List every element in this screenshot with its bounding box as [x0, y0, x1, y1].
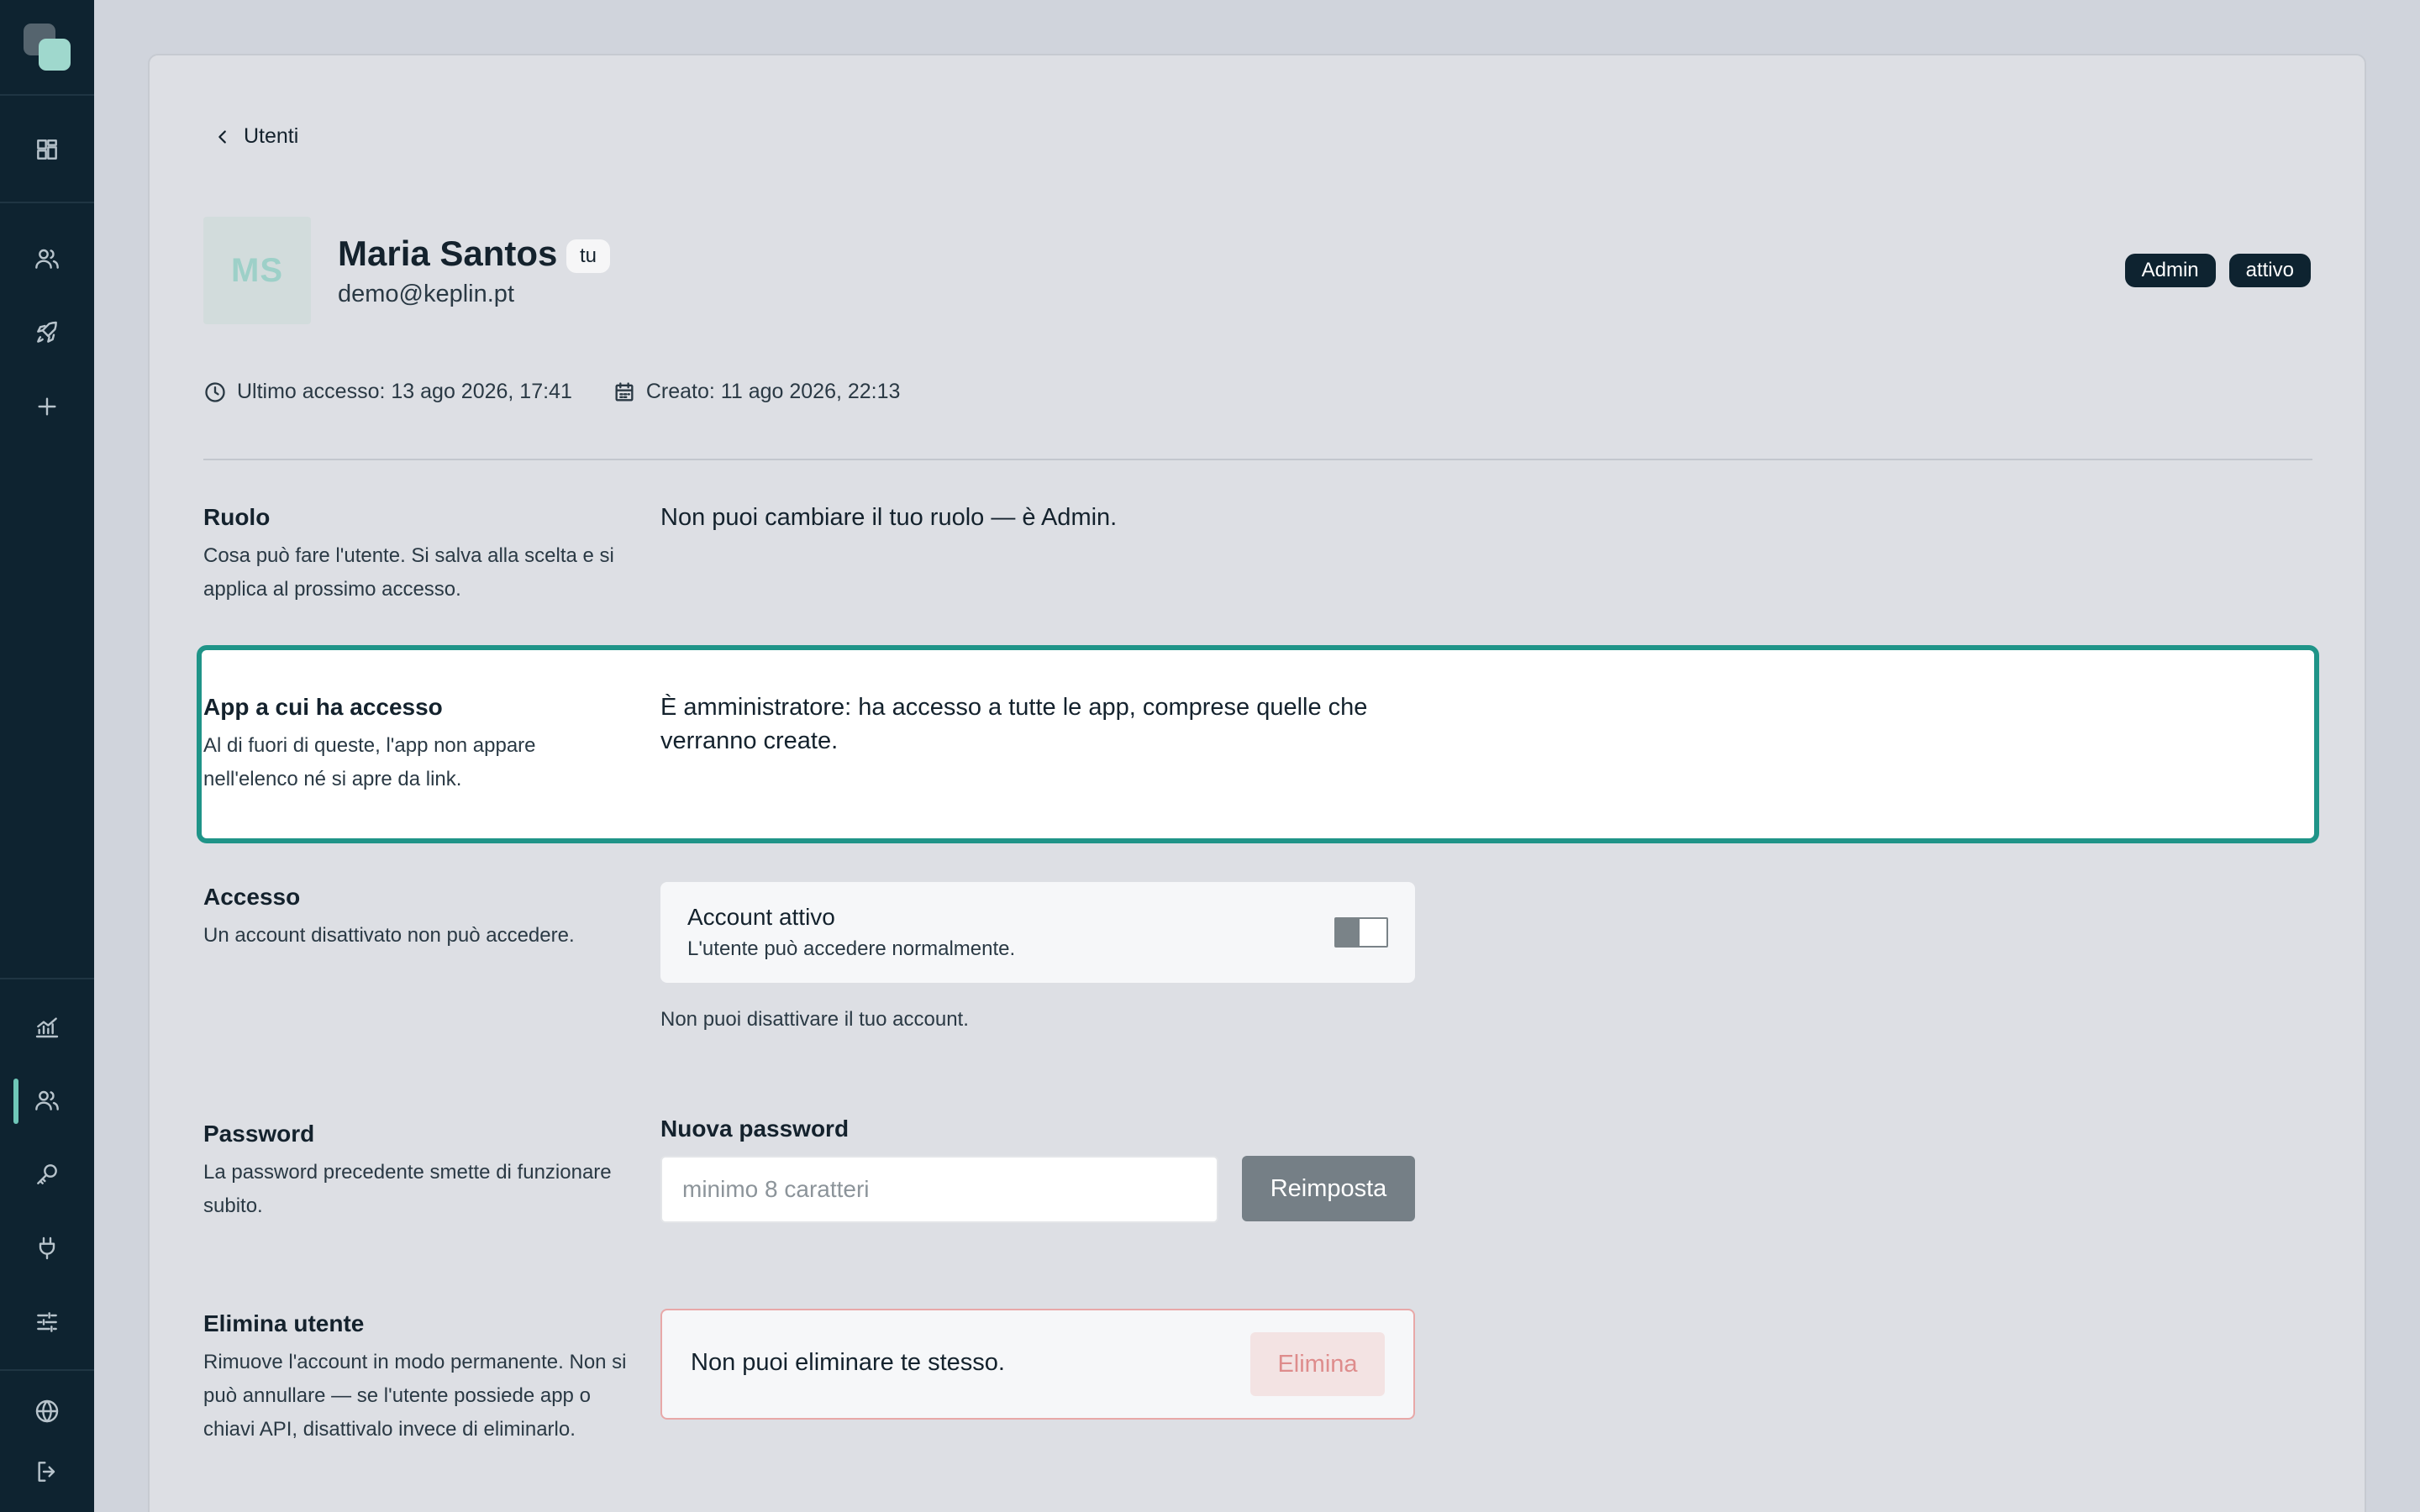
user-meta: Ultimo accesso: 13 ago 2026, 17:41 Creat… [203, 380, 900, 404]
new-password-label: Nuova password [660, 1116, 850, 1142]
created-text: Creato: 11 ago 2026, 22:13 [645, 380, 901, 403]
role-badge: Admin [2124, 254, 2216, 287]
delete-self-message: Non puoi eliminare te stesso. [691, 1349, 1005, 1376]
clock-icon [205, 381, 225, 402]
sidebar-item-launch[interactable] [27, 312, 67, 353]
plug-icon [39, 1236, 55, 1260]
rocket-icon [37, 321, 57, 343]
sidebar-item-users[interactable] [27, 239, 67, 279]
account-active-toggle[interactable] [1334, 917, 1388, 948]
sliders-icon [37, 1312, 57, 1332]
status-badge: attivo [2228, 254, 2311, 287]
delete-user-button[interactable]: Elimina [1250, 1332, 1385, 1396]
sidebar-item-add[interactable] [27, 386, 67, 427]
sidebar-divider [0, 1369, 94, 1371]
analytics-icon [35, 1017, 59, 1038]
user-badges: Admin attivo [2124, 254, 2311, 287]
sidebar-item-analytics[interactable] [27, 1006, 67, 1047]
avatar-initials: MS [231, 251, 283, 289]
delete-user-card: Non puoi eliminare te stesso. Elimina [660, 1309, 1415, 1420]
toggle-knob [1336, 919, 1360, 946]
users-icon [35, 1090, 59, 1110]
key-icon [37, 1164, 57, 1184]
sidebar-item-settings[interactable] [27, 1302, 67, 1342]
access-note: Non puoi disattivare il tuo account. [660, 1008, 969, 1031]
calendar-icon [615, 381, 634, 401]
breadcrumb-label: Utenti [244, 124, 299, 148]
avatar: MS [203, 217, 311, 324]
you-badge: tu [566, 239, 611, 273]
sidebar-item-keys[interactable] [27, 1154, 67, 1194]
new-password-input[interactable] [660, 1156, 1218, 1223]
access-section-title: Accesso [203, 884, 301, 910]
logout-icon [38, 1462, 55, 1482]
sidebar-item-logout[interactable] [27, 1452, 67, 1492]
sidebar-item-language[interactable] [27, 1391, 67, 1431]
delete-section-description: Rimuove l'account in modo permanente. No… [203, 1351, 627, 1441]
password-section-title: Password [203, 1121, 315, 1147]
user-email: demo@keplin.pt [338, 281, 514, 307]
user-name: Maria Santos [338, 234, 558, 273]
apps-section-title: App a cui ha accesso [203, 694, 443, 720]
delete-section-title: Elimina utente [203, 1310, 365, 1336]
back-to-users-link[interactable]: Utenti [213, 124, 298, 149]
apps-section-description: Al di fuori di queste, l'app non appare … [203, 734, 536, 790]
user-detail-panel: Utenti MS Maria Santos tu demo@keplin.pt… [148, 54, 2366, 1512]
sidebar-active-indicator [13, 1079, 18, 1124]
sidebar-divider [0, 202, 94, 203]
sidebar [0, 0, 94, 1512]
chevron-left-icon [218, 129, 226, 144]
last-access-text: Ultimo accesso: 13 ago 2026, 17:41 [237, 380, 572, 403]
app-logo[interactable] [24, 24, 71, 71]
password-section-description: La password precedente smette di funzion… [203, 1161, 612, 1217]
sidebar-item-dashboard[interactable] [27, 129, 67, 170]
account-active-card: Account attivo L'utente può accedere nor… [660, 882, 1415, 983]
header-divider [203, 459, 2312, 460]
globe-icon [35, 1399, 59, 1423]
logo-front-square [39, 39, 71, 71]
account-active-subtitle: L'utente può accedere normalmente. [687, 937, 1016, 960]
users-icon [35, 249, 59, 269]
sidebar-divider [0, 978, 94, 979]
plus-icon [38, 397, 56, 416]
last-access: Ultimo accesso: 13 ago 2026, 17:41 [203, 380, 572, 404]
role-locked-message: Non puoi cambiare il tuo ruolo — è Admin… [660, 504, 1118, 531]
sidebar-divider [0, 94, 94, 96]
dashboard-icon [37, 139, 57, 160]
sidebar-item-members[interactable] [27, 1080, 67, 1121]
sidebar-item-integrations[interactable] [27, 1228, 67, 1268]
role-section-description: Cosa può fare l'utente. Si salva alla sc… [203, 544, 614, 601]
access-section-description: Un account disattivato non può accedere. [203, 924, 575, 947]
created-date: Creato: 11 ago 2026, 22:13 [613, 380, 901, 404]
reset-password-button[interactable]: Reimposta [1242, 1156, 1415, 1221]
account-active-title: Account attivo [687, 904, 835, 930]
apps-admin-message: È amministratore: ha accesso a tutte le … [660, 694, 1368, 754]
role-section-title: Ruolo [203, 504, 271, 530]
